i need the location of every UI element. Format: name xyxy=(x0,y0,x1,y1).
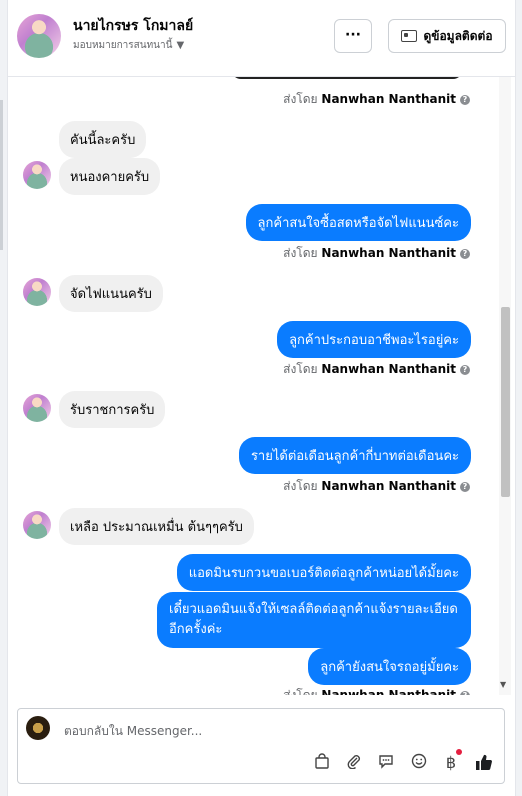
message-incoming[interactable]: คันนี้ละครับ xyxy=(59,121,147,158)
sender-avatar xyxy=(23,394,51,422)
scroll-down-icon[interactable]: ▼ xyxy=(500,680,506,689)
info-icon[interactable]: ? xyxy=(460,690,470,695)
chat-bubble-icon[interactable] xyxy=(376,753,396,773)
view-contact-label: ดูข้อมูลติดต่อ xyxy=(423,28,493,43)
page-avatar xyxy=(26,716,50,740)
sent-by-agent: Nanwhan Nanthanit xyxy=(321,246,456,260)
message-bubble-partial xyxy=(231,77,463,79)
message-incoming[interactable]: จัดไฟแนนครับ xyxy=(59,275,163,312)
message-incoming[interactable]: หนองคายครับ xyxy=(59,158,161,195)
left-scroll-indicator xyxy=(0,100,3,250)
more-options-button[interactable]: ··· xyxy=(334,19,372,53)
message-outgoing[interactable]: เดี๋ยวแอดมินแจ้งให้เซลล์ติดต่อลูกค้าแจ้ง… xyxy=(157,592,471,648)
conversation-header: นายไกรษร โกมาลย์ มอบหมายการสนทนานี้ ▼ ···… xyxy=(8,0,515,77)
message-list: ส่งโดย Nanwhan Nanthanit? คันนี้ละครับ ห… xyxy=(8,77,515,695)
contact-avatar[interactable] xyxy=(17,14,61,58)
message-outgoing[interactable]: รายได้ต่อเดือนลูกค้ากี่บาทต่อเดือนคะ xyxy=(238,437,471,474)
info-icon[interactable]: ? xyxy=(460,481,470,492)
message-outgoing[interactable]: แอดมินรบกวนขอเบอร์ติดต่อลูกค้าหน่อยได้มั… xyxy=(176,554,471,591)
sent-by-label: ส่งโดย Nanwhan Nanthanit? xyxy=(283,477,470,496)
assign-label: มอบหมายการสนทนานี้ xyxy=(73,40,173,51)
shopping-bag-icon[interactable] xyxy=(312,753,332,773)
reply-composer: ฿ xyxy=(17,708,505,784)
sent-by-label: ส่งโดย Nanwhan Nanthanit? xyxy=(283,686,470,695)
sent-by-label: ส่งโดย Nanwhan Nanthanit? xyxy=(283,244,470,263)
notification-dot xyxy=(456,749,462,755)
sent-by-prefix: ส่งโดย xyxy=(283,479,318,493)
caret-down-icon: ▼ xyxy=(176,40,185,51)
view-contact-button[interactable]: ดูข้อมูลติดต่อ xyxy=(388,19,506,53)
thumbs-up-icon[interactable] xyxy=(474,753,494,773)
sent-by-agent: Nanwhan Nanthanit xyxy=(321,362,456,376)
info-icon[interactable]: ? xyxy=(460,94,470,105)
message-outgoing[interactable]: ลูกค้าประกอบอาชีพอะไรอยู่คะ xyxy=(277,321,471,358)
contact-name[interactable]: นายไกรษร โกมาลย์ xyxy=(73,15,193,37)
sent-by-agent: Nanwhan Nanthanit xyxy=(321,688,456,695)
info-icon[interactable]: ? xyxy=(460,364,470,375)
contact-card-icon xyxy=(401,30,418,42)
message-incoming[interactable]: รับราชการครับ xyxy=(59,391,166,428)
sent-by-label: ส่งโดย Nanwhan Nanthanit? xyxy=(283,360,470,379)
sender-avatar xyxy=(23,511,51,539)
sender-avatar xyxy=(23,161,51,189)
assign-conversation[interactable]: มอบหมายการสนทนานี้ ▼ xyxy=(73,38,184,53)
message-incoming[interactable]: เหลือ ประมาณเหมื่น ต้นๆๆครับ xyxy=(59,508,254,545)
scrollbar-thumb[interactable] xyxy=(501,307,510,497)
sent-by-agent: Nanwhan Nanthanit xyxy=(321,479,456,493)
sender-avatar xyxy=(23,278,51,306)
info-icon[interactable]: ? xyxy=(460,248,470,259)
message-outgoing[interactable]: ลูกค้าสนใจซื้อสดหรือจัดไฟแนนซ์คะ xyxy=(245,204,471,241)
smiley-icon[interactable] xyxy=(409,753,429,773)
reply-input[interactable] xyxy=(62,721,466,741)
sent-by-prefix: ส่งโดย xyxy=(283,362,318,376)
sent-by-label: ส่งโดย Nanwhan Nanthanit? xyxy=(283,90,470,109)
conversation-panel: นายไกรษร โกมาลย์ มอบหมายการสนทนานี้ ▼ ···… xyxy=(7,0,516,796)
message-outgoing[interactable]: ลูกค้ายังสนใจรถอยู่มั้ยคะ xyxy=(308,648,471,685)
paperclip-icon[interactable] xyxy=(344,753,364,773)
sent-by-prefix: ส่งโดย xyxy=(283,92,318,106)
sent-by-agent: Nanwhan Nanthanit xyxy=(321,92,456,106)
sent-by-prefix: ส่งโดย xyxy=(283,246,318,260)
baht-icon[interactable]: ฿ xyxy=(441,753,461,773)
left-edge xyxy=(0,0,7,796)
sent-by-prefix: ส่งโดย xyxy=(283,688,318,695)
